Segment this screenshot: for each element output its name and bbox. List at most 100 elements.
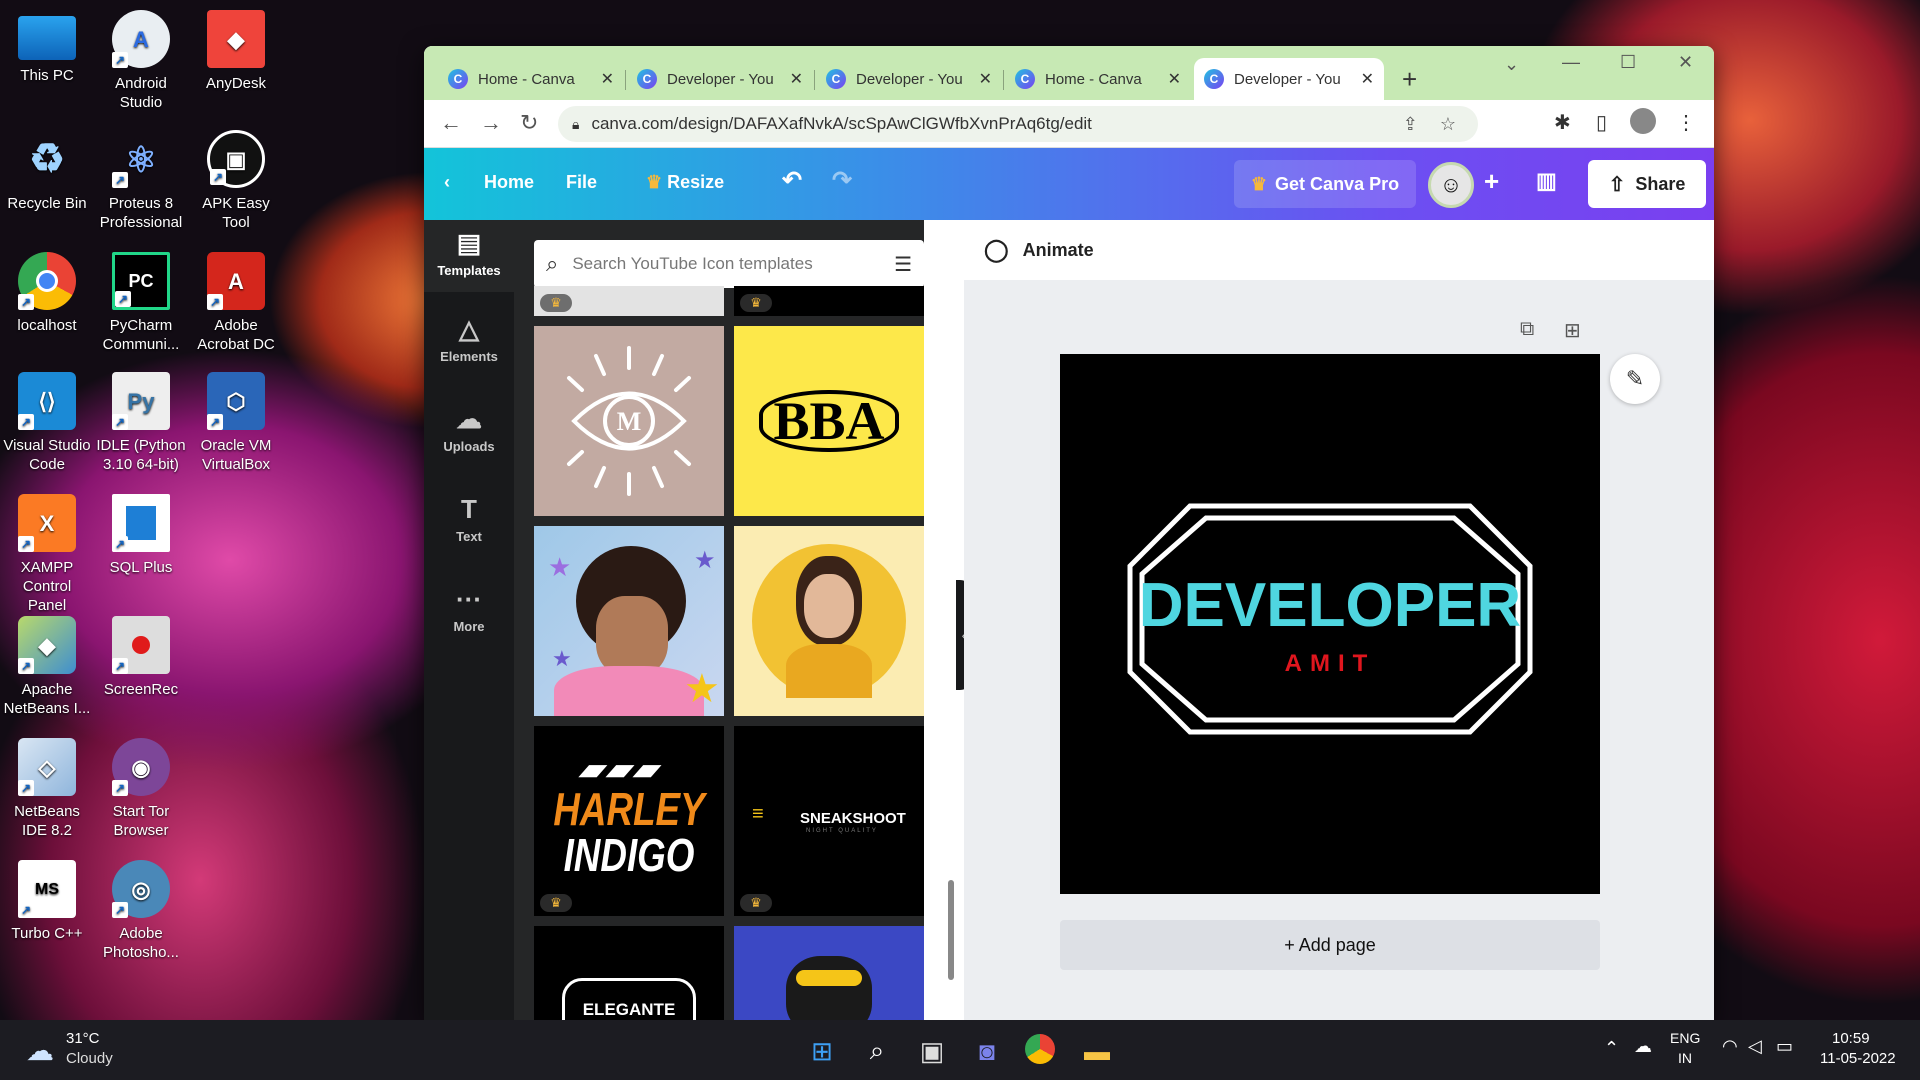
recycle-bin-shortcut[interactable]: ♻ Recycle Bin (2, 130, 92, 213)
browser-tab[interactable]: C Home - Canva ✕ (1005, 58, 1191, 100)
browser-tab[interactable]: C Home - Canva ✕ (438, 58, 624, 100)
get-canva-pro-button[interactable]: ♛ Get Canva Pro (1234, 160, 1416, 208)
template-thumb-girl-stars[interactable]: ★ ★ ★ ★ (534, 526, 724, 716)
share-page-icon[interactable]: ⇪ (1403, 114, 1418, 135)
home-button[interactable]: Home (484, 172, 534, 193)
template-thumb-sneakshoot[interactable]: ≡ SNEAKSHOOT NIGHT QUALITY ♛ (734, 726, 924, 916)
virtualbox-shortcut[interactable]: ⬡ ↗ Oracle VM VirtualBox (191, 372, 281, 474)
template-thumb-elegante[interactable]: ELEGANTE (534, 926, 724, 1020)
template-thumb-eye[interactable]: M (534, 326, 724, 516)
cloud-weather-icon[interactable]: ☁ (26, 1034, 54, 1067)
file-explorer-icon[interactable]: ▬ (1080, 1034, 1114, 1068)
resize-button[interactable]: ♛ Resize (646, 172, 724, 193)
filter-sliders-icon[interactable]: ☰ (894, 252, 912, 277)
sql-plus-shortcut[interactable]: ↗ SQL Plus (96, 494, 186, 577)
tor-browser-shortcut[interactable]: ◉ ↗ Start Tor Browser (96, 738, 186, 840)
onedrive-cloud-icon[interactable]: ☁ (1634, 1036, 1652, 1057)
chrome-taskbar-icon[interactable] (1025, 1034, 1055, 1064)
netbeans-ide-shortcut[interactable]: ◇ ↗ NetBeans IDE 8.2 (2, 738, 92, 840)
design-title-text[interactable]: DEVELOPER (1060, 574, 1600, 638)
weather-temp[interactable]: 31°C (66, 1030, 100, 1047)
screenrec-shortcut[interactable]: ↗ ScreenRec (96, 616, 186, 699)
redo-icon[interactable]: ↷ (832, 166, 852, 195)
profile-avatar[interactable] (1630, 108, 1656, 134)
template-thumb-gorilla[interactable] (734, 926, 924, 1020)
close-window-icon[interactable]: ✕ (1678, 52, 1693, 73)
turbo-cpp-shortcut[interactable]: MS ↗ Turbo C++ (2, 860, 92, 943)
url-text[interactable]: canva.com/design/DAFAXafNvkA/scSpAwClGWf… (591, 114, 1402, 134)
idle-python-shortcut[interactable]: Py ↗ IDLE (Python 3.10 64-bit) (96, 372, 186, 474)
minimize-icon[interactable]: — (1562, 52, 1580, 73)
wifi-icon[interactable]: ◠ (1722, 1036, 1738, 1057)
side-panel-icon[interactable]: ▯ (1596, 110, 1607, 135)
template-search-input[interactable]: ⌕ Search YouTube Icon templates ☰ (534, 240, 924, 288)
adobe-acrobat-shortcut[interactable]: A ↗ Adobe Acrobat DC (191, 252, 281, 354)
design-page[interactable]: DEVELOPER AMIT (1060, 354, 1600, 894)
region-indicator[interactable]: IN (1678, 1050, 1692, 1066)
chevron-left-icon[interactable]: ‹ (444, 172, 450, 193)
design-subtitle-text[interactable]: AMIT (1060, 650, 1600, 678)
show-hidden-icons-chevron-icon[interactable]: ⌃ (1604, 1038, 1619, 1059)
weather-condition[interactable]: Cloudy (66, 1050, 113, 1067)
back-arrow-icon[interactable]: ← (440, 110, 462, 136)
chat-teams-icon[interactable]: ◙ (970, 1034, 1004, 1068)
volume-icon[interactable]: ◁ (1748, 1036, 1762, 1057)
reload-icon[interactable]: ↻ (520, 110, 538, 136)
undo-icon[interactable]: ↶ (782, 166, 802, 195)
close-tab-icon[interactable]: ✕ (1168, 69, 1181, 89)
browser-tab[interactable]: C Developer - You ✕ (627, 58, 813, 100)
animate-icon[interactable]: ◯ (984, 237, 1009, 263)
panel-scrollbar[interactable] (948, 880, 954, 980)
template-thumb-harley[interactable]: ▰▰▰ HARLEY INDIGO ♛ (534, 726, 724, 916)
bookmark-star-icon[interactable]: ☆ (1440, 114, 1456, 135)
file-menu-button[interactable]: File (566, 172, 597, 193)
menu-kebab-icon[interactable]: ⋮ (1676, 110, 1696, 135)
close-tab-icon[interactable]: ✕ (601, 69, 614, 89)
rail-templates[interactable]: ▤ Templates (424, 220, 514, 292)
template-thumb-bba[interactable]: BBA (734, 326, 924, 516)
clock-date[interactable]: 11-05-2022 (1820, 1050, 1896, 1067)
rail-text[interactable]: T Text (424, 486, 514, 558)
windows-start-icon[interactable]: ⊞ (805, 1034, 839, 1068)
this-pc-shortcut[interactable]: This PC (2, 10, 92, 85)
apache-netbeans-shortcut[interactable]: ◆ ↗ Apache NetBeans I... (2, 616, 92, 718)
apk-easy-tool-shortcut[interactable]: ▣ ↗ APK Easy Tool (191, 130, 281, 232)
duplicate-page-icon[interactable]: ⧉ (1520, 318, 1534, 341)
close-tab-icon[interactable]: ✕ (979, 69, 992, 89)
photoshop-shortcut[interactable]: ◎ ↗ Adobe Photosho... (96, 860, 186, 962)
add-collaborator-plus-icon[interactable]: + (1484, 166, 1499, 197)
rail-elements[interactable]: △ Elements (424, 306, 514, 378)
template-thumb[interactable]: ♛ (734, 286, 924, 316)
add-comment-icon[interactable]: ✎ (1610, 354, 1660, 404)
insights-chart-icon[interactable]: ▥ (1536, 168, 1557, 194)
tab-search-chevron-icon[interactable]: ⌄ (1504, 54, 1519, 75)
xampp-shortcut[interactable]: X ↗ XAMPP Control Panel (2, 494, 92, 615)
template-thumb[interactable]: ♛ (534, 286, 724, 316)
rail-more[interactable]: ··· More (424, 576, 514, 648)
android-studio-shortcut[interactable]: A ↗ Android Studio (96, 10, 186, 112)
new-tab-plus-icon[interactable]: + (1402, 64, 1417, 95)
pycharm-shortcut[interactable]: PC ↗ PyCharm Communi... (96, 252, 186, 354)
search-icon[interactable]: ⌕ (860, 1034, 894, 1068)
user-avatar[interactable]: ☺ (1428, 162, 1474, 208)
maximize-icon[interactable]: ☐ (1620, 52, 1636, 73)
battery-icon[interactable]: ▭ (1776, 1036, 1793, 1057)
add-page-button[interactable]: + Add page (1060, 920, 1600, 970)
share-button[interactable]: ⇧ Share (1588, 160, 1706, 208)
vscode-shortcut[interactable]: ⟨⟩ ↗ Visual Studio Code (2, 372, 92, 474)
omnibox[interactable]: 🔒︎ canva.com/design/DAFAXafNvkA/scSpAwCl… (558, 106, 1478, 142)
proteus-shortcut[interactable]: ⚛ ↗ Proteus 8 Professional (96, 130, 186, 232)
add-page-corner-icon[interactable]: ⊞ (1564, 318, 1581, 343)
anydesk-shortcut[interactable]: ◆ AnyDesk (191, 10, 281, 93)
clock-time[interactable]: 10:59 (1832, 1030, 1870, 1047)
animate-button[interactable]: Animate (1023, 240, 1094, 261)
localhost-shortcut[interactable]: ↗ localhost (2, 252, 92, 335)
browser-tab-active[interactable]: C Developer - You ✕ (1194, 58, 1384, 100)
forward-arrow-icon[interactable]: → (480, 110, 502, 136)
browser-tab[interactable]: C Developer - You ✕ (816, 58, 1002, 100)
language-indicator[interactable]: ENG (1670, 1030, 1700, 1046)
close-tab-icon[interactable]: ✕ (1361, 69, 1374, 89)
task-view-icon[interactable]: ▣ (915, 1034, 949, 1068)
extensions-puzzle-icon[interactable]: ✱ (1554, 110, 1571, 135)
close-tab-icon[interactable]: ✕ (790, 69, 803, 89)
